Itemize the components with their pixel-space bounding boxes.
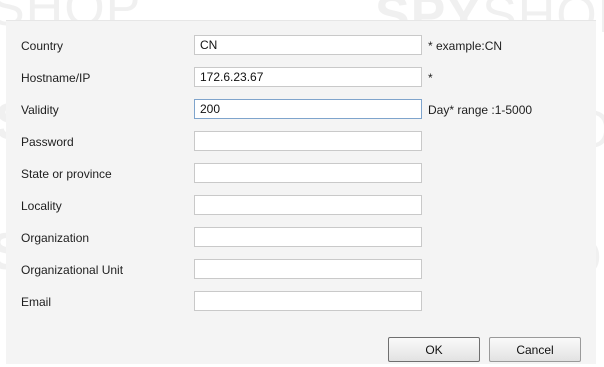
validity-input[interactable]	[194, 99, 422, 119]
organization-label: Organization	[21, 231, 90, 245]
form-row-email: Email	[6, 291, 596, 313]
form-row-hostname: Hostname/IP *	[6, 67, 596, 89]
validity-label: Validity	[21, 103, 59, 117]
certificate-form-panel: Country * example:CN Hostname/IP * Valid…	[6, 20, 596, 364]
organizational-unit-input[interactable]	[194, 259, 422, 279]
ok-button[interactable]: OK	[388, 337, 480, 362]
country-label: Country	[21, 39, 64, 53]
state-label: State or province	[21, 167, 112, 181]
form-row-organization: Organization	[6, 227, 596, 249]
hostname-input[interactable]	[194, 67, 422, 87]
form-row-state: State or province	[6, 163, 596, 185]
form-row-validity: Validity Day* range :1-5000	[6, 99, 596, 121]
state-input[interactable]	[194, 163, 422, 183]
form-row-locality: Locality	[6, 195, 596, 217]
email-input[interactable]	[194, 291, 422, 311]
locality-input[interactable]	[194, 195, 422, 215]
password-input[interactable]	[194, 131, 422, 151]
email-label: Email	[21, 295, 52, 309]
cancel-button[interactable]: Cancel	[489, 337, 581, 362]
form-row-password: Password	[6, 131, 596, 153]
form-row-organizational-unit: Organizational Unit	[6, 259, 596, 281]
hostname-label: Hostname/IP	[21, 71, 91, 85]
country-hint: * example:CN	[428, 39, 503, 53]
validity-hint: Day* range :1-5000	[428, 103, 533, 117]
organization-input[interactable]	[194, 227, 422, 247]
password-label: Password	[21, 135, 74, 149]
hostname-hint: *	[428, 71, 433, 85]
country-input[interactable]	[194, 35, 422, 55]
organizational-unit-label: Organizational Unit	[21, 263, 124, 277]
form-row-country: Country * example:CN	[6, 35, 596, 57]
locality-label: Locality	[21, 199, 62, 213]
